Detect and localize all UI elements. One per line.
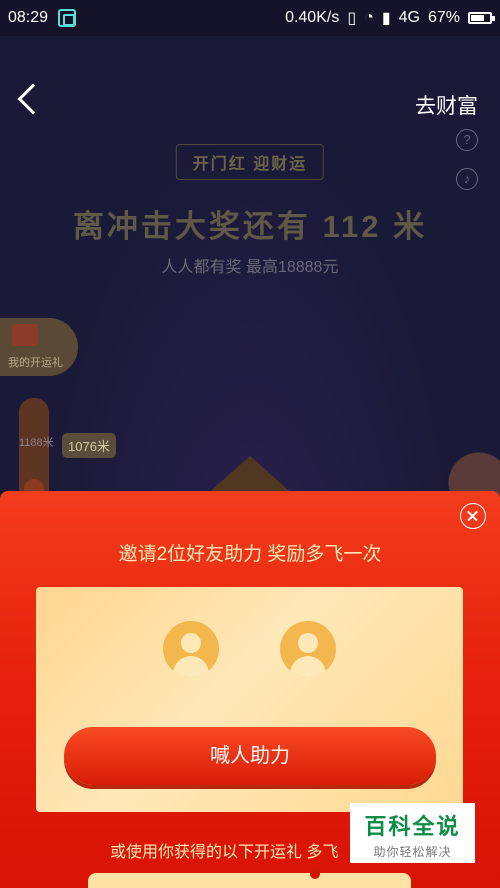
battery-icon: [468, 12, 495, 24]
avatar-head-icon: [181, 633, 201, 653]
network-speed: 0.40K/s: [285, 9, 340, 26]
status-bar: 08:29 0.40K/s ▯ ◔ ▮ 4G 67%: [0, 0, 500, 36]
status-right: 0.40K/s ▯ ◔ ▮ 4G 67%: [285, 8, 495, 28]
alternative-gift-text: 或使用你获得的以下开运礼 多飞: [110, 844, 339, 861]
friend-avatar-placeholder[interactable]: [163, 621, 219, 677]
gift-icon: [12, 324, 38, 346]
close-icon[interactable]: [460, 503, 486, 529]
indicator-dot: [310, 869, 320, 879]
friend-avatar-placeholder[interactable]: [280, 621, 336, 677]
watermark-title: 百科全说: [364, 814, 461, 839]
event-banner: 开门红 迎财运: [175, 144, 325, 180]
my-gift-label: 我的开运礼: [8, 357, 63, 369]
progress-goal-label: 1188米: [19, 437, 54, 449]
prize-subline: 人人都有奖 最高18888元: [161, 259, 339, 276]
scan-icon: [58, 9, 77, 27]
gift-card-peek: [88, 869, 411, 888]
wifi-icon: ◔: [364, 9, 374, 26]
avatar-body-icon: [173, 656, 209, 677]
invite-card: 喊人助力: [36, 587, 463, 812]
progress-current-label: 1076米: [62, 433, 116, 458]
go-wealth-link[interactable]: 去财富: [415, 90, 478, 120]
signal-icon: ▮: [381, 10, 391, 27]
music-icon[interactable]: ♪: [456, 168, 478, 190]
my-gift-button[interactable]: 我的开运礼: [0, 318, 78, 376]
avatar-body-icon: [290, 656, 326, 677]
call-for-help-button[interactable]: 喊人助力: [64, 727, 436, 785]
vibrate-icon: ▯: [347, 10, 357, 27]
help-icon[interactable]: ?: [456, 129, 478, 151]
modal-title: 邀请2位好友助力 奖励多飞一次: [118, 544, 382, 565]
avatar-head-icon: [298, 633, 318, 653]
back-arrow-icon[interactable]: [17, 83, 49, 115]
network-type: 4G: [398, 9, 420, 26]
watermark-subtitle: 助你轻松解决: [373, 845, 452, 859]
status-time: 08:29: [8, 9, 49, 26]
battery-percent: 67%: [427, 9, 460, 26]
distance-headline: 离冲击大奖还有 112 米: [72, 209, 428, 244]
watermark-logo: 百科全说 助你轻松解决: [350, 803, 475, 863]
